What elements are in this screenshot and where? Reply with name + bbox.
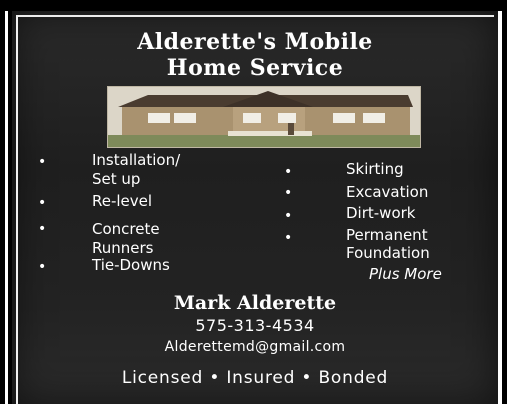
inner-left-bar	[8, 11, 12, 404]
business-card: Alderette's Mobile Home Service • Instal…	[12, 11, 498, 404]
service-installation-line2: Set up	[92, 170, 141, 188]
top-rule	[0, 0, 507, 11]
service-excavation: Excavation	[346, 183, 429, 201]
service-concrete: Concrete	[92, 220, 160, 238]
service-permanent: Permanent	[346, 226, 428, 244]
business-title-line2: Home Service	[166, 55, 344, 81]
mobile-home-illustration	[108, 87, 420, 147]
service-installation: Installation/	[92, 151, 181, 169]
business-title-line1: Alderette's Mobile	[137, 29, 373, 55]
service-dirtwork: Dirt-work	[346, 204, 416, 222]
service-relevel: Re-level	[92, 192, 153, 210]
left-frame-edge	[0, 11, 5, 404]
bullet: •	[38, 195, 47, 211]
plus-more-text: Plus More	[369, 265, 442, 283]
bullet: •	[38, 259, 47, 275]
mobile-home-photo	[107, 86, 421, 148]
bullet: •	[38, 154, 47, 170]
contact-name: Mark Alderette	[173, 292, 337, 314]
service-tiedowns: Tie-Downs	[92, 256, 170, 274]
frame-gap	[498, 11, 502, 404]
bullet: •	[38, 221, 47, 237]
bullet: •	[284, 230, 293, 246]
right-frame-edge	[502, 11, 507, 404]
service-skirting: Skirting	[346, 160, 404, 178]
bullet: •	[284, 208, 293, 224]
email-address: Alderettemd@gmail.com	[164, 339, 346, 355]
bullet: •	[284, 164, 293, 180]
service-permanent-line2: Foundation	[346, 244, 430, 262]
bullet: •	[284, 185, 293, 201]
phone-number: 575-313-4534	[195, 316, 315, 335]
credentials-tagline: Licensed • Insured • Bonded	[121, 368, 389, 388]
